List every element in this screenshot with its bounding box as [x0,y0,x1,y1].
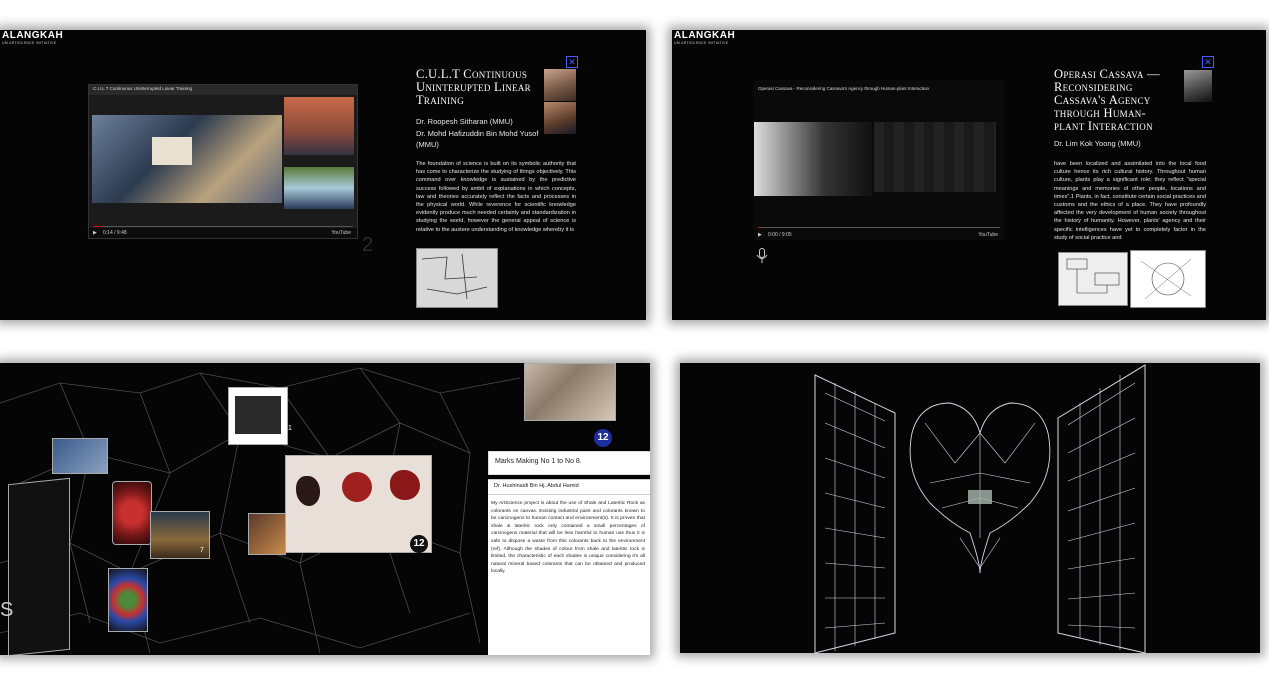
video-time: 0:14 / 9:48 [103,230,127,236]
exhibit-description: My ArtScience project is about the use o… [491,501,645,575]
wireframe-3d-view [680,363,1260,653]
watermark-number: 2 [362,234,374,256]
play-icon[interactable]: ▶ [758,232,762,238]
video-progress-bar[interactable] [93,225,353,227]
gallery-frame-blue-photo[interactable] [52,438,108,474]
gallery-frame-red-shapes[interactable] [285,455,432,553]
exhibit-title-card: Marks Making No 1 to No 8. [488,451,650,475]
exhibit-description-card: My ArtScience project is about the use o… [488,495,650,655]
gallery-frame-stones-photo[interactable] [524,363,616,421]
flowchart-image [1058,252,1128,306]
virtual-gallery-view: 1 S 7 12 12 Marks Making No 1 to No 8. D… [0,363,650,655]
video-frame-text [874,122,996,192]
youtube-logo[interactable]: YouTube [978,232,998,238]
author-portrait-1 [544,69,576,101]
exhibit-panel-cassava: ALANGKAH UM ARTSCIENCE INITIATIVE Operas… [672,30,1266,320]
framed-artwork [152,137,192,165]
tile-number-badge: 12 [410,535,428,553]
video-controls: ▶ 0:00 / 9:05 YouTube [754,230,1004,240]
description-text: The foundation of science is built on it… [416,161,576,233]
exhibit-author-card: Dr. Hushinaidi Bin Hj. Abdul Hamid [488,479,650,495]
video-participant-1 [284,97,354,155]
exhibit-author: Dr. Hushinaidi Bin Hj. Abdul Hamid [494,483,579,489]
brand-subtitle: UM ARTSCIENCE INITIATIVE [674,41,729,45]
video-title: Operasi Cassava - Reconsidering Cassava'… [758,86,929,91]
video-controls: ▶ 0:14 / 9:48 YouTube [89,228,357,238]
video-participant-2 [284,167,354,209]
video-title: C.U.L.T Continuous Uninterrupted Linear … [93,86,192,91]
brand-logo: ALANGKAH [2,30,64,41]
video-frame-room [92,115,282,203]
wireframe-scene [814,364,1146,653]
video-frame-face [754,122,872,196]
youtube-logo[interactable]: YouTube [331,230,351,236]
video-title-bar: C.U.L.T Continuous Uninterrupted Linear … [89,85,357,95]
author-name-1: Dr. Roopesh Sitharan (MMU) [416,117,513,126]
exhibit-number-badge[interactable]: 12 [594,429,612,447]
microphone-icon[interactable] [756,248,768,264]
gallery-frame-multicolor-circle[interactable] [108,568,148,632]
page-title: Operasi Cassava — Reconsidering Cassava'… [1054,67,1160,133]
close-icon[interactable]: ✕ [1202,56,1214,68]
author-name-1: Dr. Lim Kok Yoong (MMU) [1054,139,1141,148]
page-title: C.U.L.T Continuous Uninterupted Linear T… [416,67,531,107]
exhibit-title: Marks Making No 1 to No 8. [495,458,582,465]
video-player[interactable]: C.U.L.T Continuous Uninterrupted Linear … [88,84,358,239]
gallery-frame-red-circle[interactable] [112,481,152,545]
author-portrait [1184,70,1212,102]
video-player[interactable]: Operasi Cassava - Reconsidering Cassava'… [754,80,1004,240]
brand-subtitle: UM ARTSCIENCE INITIATIVE [2,41,57,45]
description-text: have been localized and assimilated into… [1054,161,1206,241]
play-icon[interactable]: ▶ [93,230,97,236]
video-time: 0:00 / 9:05 [768,232,792,238]
brand-logo: ALANGKAH [674,30,736,41]
author-name-2: Dr. Mohd Hafizuddin Bin Mohd Yusof (MMU) [416,129,539,149]
tile-number: 1 [288,425,292,432]
sketch-diagram-image [416,248,498,308]
tile-number: 7 [200,547,204,554]
gallery-text-panel [8,477,70,655]
gallery-frame-small-photo[interactable] [248,513,286,555]
gallery-frame-dark-print[interactable] [228,387,288,445]
author-portrait-2 [544,102,576,134]
close-icon[interactable]: ✕ [566,56,578,68]
video-progress-bar[interactable] [758,226,1000,228]
sketch-diagram-image [1130,250,1206,308]
side-letter: S [0,599,14,621]
exhibit-panel-cult: ALANGKAH UM ARTSCIENCE INITIATIVE C.U.L.… [0,30,646,320]
